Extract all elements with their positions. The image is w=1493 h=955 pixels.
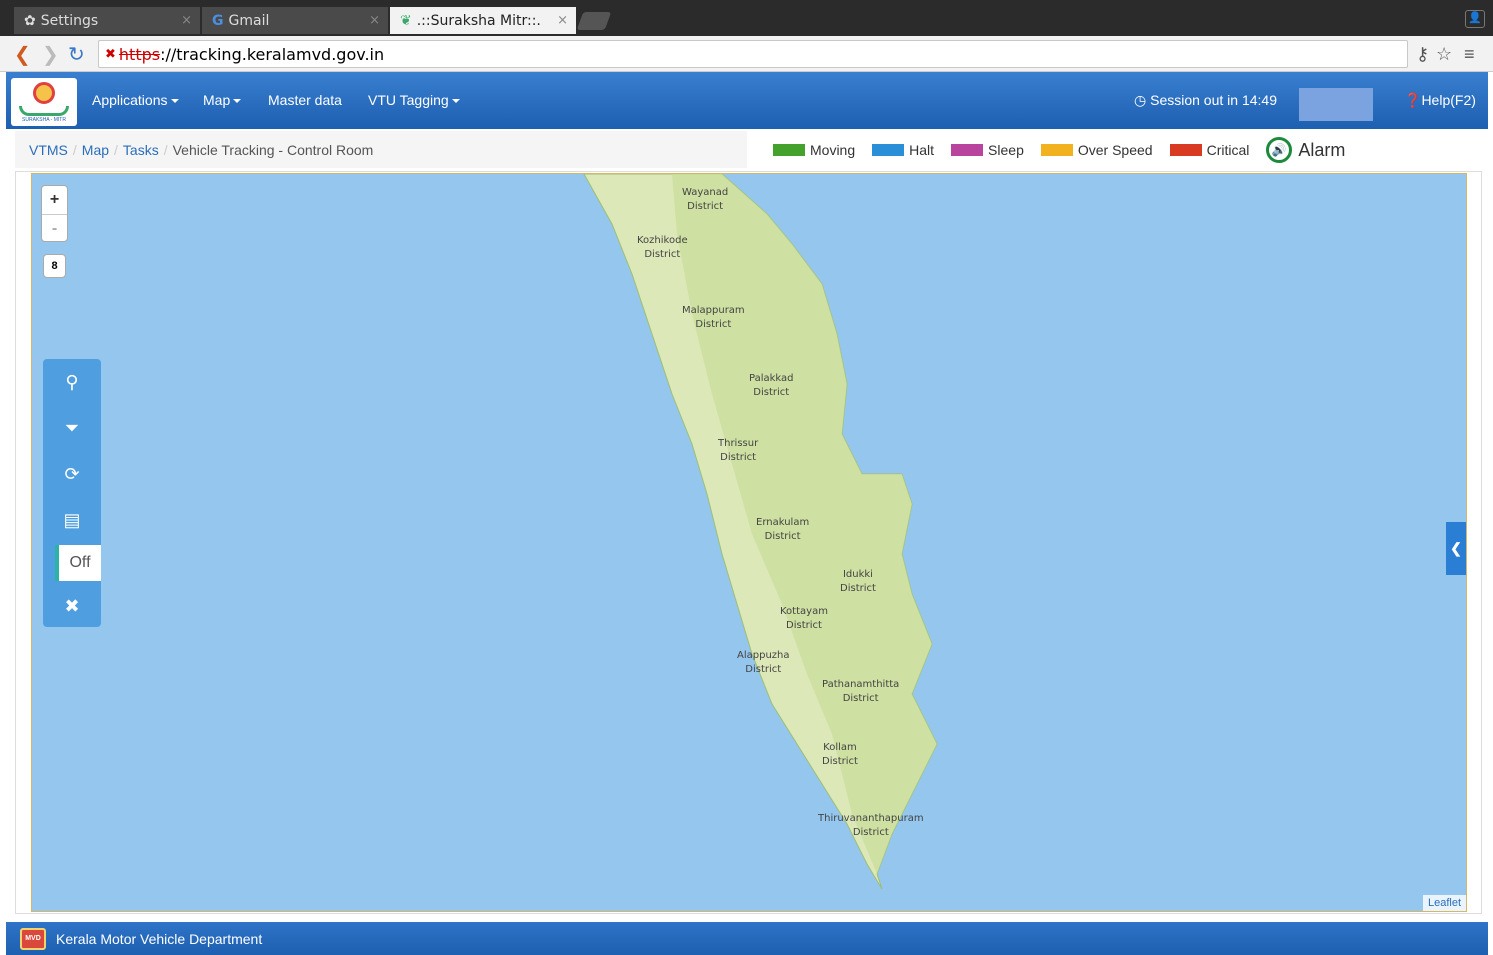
zoom-control: + - xyxy=(41,185,68,242)
key-icon[interactable]: ⚷ xyxy=(1416,44,1429,65)
profile-icon[interactable]: 👤 xyxy=(1465,10,1485,28)
legend-critical: Critical xyxy=(1169,142,1249,158)
district-label: Kozhikode District xyxy=(637,235,688,260)
district-label: Thiruvananthapuram District xyxy=(818,813,924,838)
legend-over-speed: Over Speed xyxy=(1040,142,1153,158)
app-footer: MVD Kerala Motor Vehicle Department xyxy=(6,922,1488,955)
expand-panel-button[interactable]: ❮ xyxy=(1446,522,1466,575)
gear-icon: ✿ xyxy=(24,12,36,29)
district-label: Pathanamthitta District xyxy=(822,679,900,704)
list-icon[interactable]: ▤ xyxy=(43,497,101,543)
district-label: Kottayam District xyxy=(780,606,828,631)
breadcrumb-current: Vehicle Tracking - Control Room xyxy=(172,141,374,158)
status-legend: Moving Halt Sleep Over Speed Critical 🔊 … xyxy=(773,137,1345,163)
toggle-switch[interactable]: Off xyxy=(55,545,101,581)
caret-down-icon xyxy=(233,99,242,104)
breadcrumb-vtms[interactable]: VTMS xyxy=(29,142,68,158)
url-scheme: https xyxy=(118,44,161,64)
mvd-logo: MVD xyxy=(20,927,46,950)
question-icon: ❓ xyxy=(1404,92,1422,108)
breadcrumb-map[interactable]: Map xyxy=(82,142,109,158)
filter-icon[interactable]: ⏷ xyxy=(43,405,101,451)
district-label: Idukki District xyxy=(840,569,876,594)
legend-halt: Halt xyxy=(872,142,934,158)
district-label: Alappuzha District xyxy=(737,650,790,675)
suraksha-logo[interactable]: SURAKSHA - MITR xyxy=(11,78,77,126)
legend-sleep: Sleep xyxy=(951,142,1024,158)
back-icon[interactable]: ❮ xyxy=(14,42,31,66)
app-header: SURAKSHA - MITR Applications Map Master … xyxy=(6,72,1488,129)
logo-hands-icon xyxy=(19,105,69,116)
close-icon[interactable]: × xyxy=(181,13,192,28)
breadcrumb-tasks[interactable]: Tasks xyxy=(123,142,159,158)
suraksha-icon: ❦ xyxy=(400,12,412,29)
speaker-icon[interactable]: 🔊 xyxy=(1266,137,1293,163)
menu-applications[interactable]: Applications xyxy=(92,92,179,108)
logo-text: SURAKSHA - MITR xyxy=(22,116,66,123)
zoom-level: 8 xyxy=(43,254,66,278)
forward-icon[interactable]: ❯ xyxy=(42,42,59,66)
zoom-out-button[interactable]: - xyxy=(42,214,67,242)
close-icon[interactable]: × xyxy=(557,13,568,28)
tab-label: Gmail xyxy=(228,12,270,29)
menu-vtu-tagging[interactable]: VTU Tagging xyxy=(368,92,460,108)
menu-master-data[interactable]: Master data xyxy=(268,92,342,108)
help-button[interactable]: ❓Help(F2) xyxy=(1404,92,1476,109)
logo-pin-icon xyxy=(33,81,55,104)
address-bar[interactable]: ✖ https ://tracking.keralamvd.gov.in xyxy=(98,40,1408,68)
district-label: Palakkad District xyxy=(749,373,794,398)
browser-tabstrip: ✿ Settings × G Gmail × ❦ .::Suraksha Mit… xyxy=(0,0,1493,36)
tab-gmail[interactable]: G Gmail × xyxy=(202,7,388,34)
google-icon: G xyxy=(212,12,224,29)
close-icon[interactable]: ✖ xyxy=(43,583,101,629)
tab-suraksha[interactable]: ❦ .::Suraksha Mitr::. × xyxy=(390,7,576,34)
close-icon[interactable]: × xyxy=(369,13,380,28)
clock-icon: ◷ xyxy=(1134,92,1151,108)
refresh-icon[interactable]: ⟳ xyxy=(43,451,101,497)
tab-settings[interactable]: ✿ Settings × xyxy=(14,7,200,34)
reload-icon[interactable]: ↻ xyxy=(68,42,85,66)
district-label: Thrissur District xyxy=(718,438,759,463)
browser-toolbar: ❮ ❯ ↻ ✖ https ://tracking.keralamvd.gov.… xyxy=(0,36,1493,72)
insecure-icon: ✖ xyxy=(105,46,116,62)
new-tab-button[interactable] xyxy=(576,12,612,30)
map-attribution[interactable]: Leaflet xyxy=(1422,895,1466,911)
breadcrumb: VTMS / Map / Tasks / Vehicle Tracking - … xyxy=(15,131,747,168)
legend-moving: Moving xyxy=(773,142,855,158)
district-label: Kollam District xyxy=(822,742,858,767)
session-timer: ◷ Session out in 14:49 xyxy=(1134,92,1277,108)
search-icon[interactable]: ⚲ xyxy=(43,359,101,405)
menu-icon[interactable]: ≡ xyxy=(1464,44,1475,65)
menu-map[interactable]: Map xyxy=(203,92,242,108)
zoom-in-button[interactable]: + xyxy=(42,186,67,214)
alarm-label: Alarm xyxy=(1298,139,1346,160)
tab-label: Settings xyxy=(40,12,99,29)
map-canvas[interactable]: Wayanad District Kozhikode District Malapp… xyxy=(31,173,1467,912)
caret-down-icon xyxy=(170,99,179,104)
district-label: Wayanad District xyxy=(682,187,729,212)
user-menu[interactable] xyxy=(1299,88,1373,121)
tab-label: .::Suraksha Mitr::. xyxy=(416,12,541,29)
chevron-left-icon: ❮ xyxy=(1450,540,1462,556)
kerala-map-shape xyxy=(583,174,938,890)
url-text: ://tracking.keralamvd.gov.in xyxy=(160,44,385,64)
star-icon[interactable]: ☆ xyxy=(1436,44,1452,65)
map-tool-sidebar: ⚲ ⏷ ⟳ ▤ Off ✖ xyxy=(43,359,101,627)
caret-down-icon xyxy=(451,99,460,104)
district-label: Ernakulam District xyxy=(756,517,810,542)
footer-title: Kerala Motor Vehicle Department xyxy=(56,930,263,947)
district-label: Malappuram District xyxy=(682,305,745,330)
